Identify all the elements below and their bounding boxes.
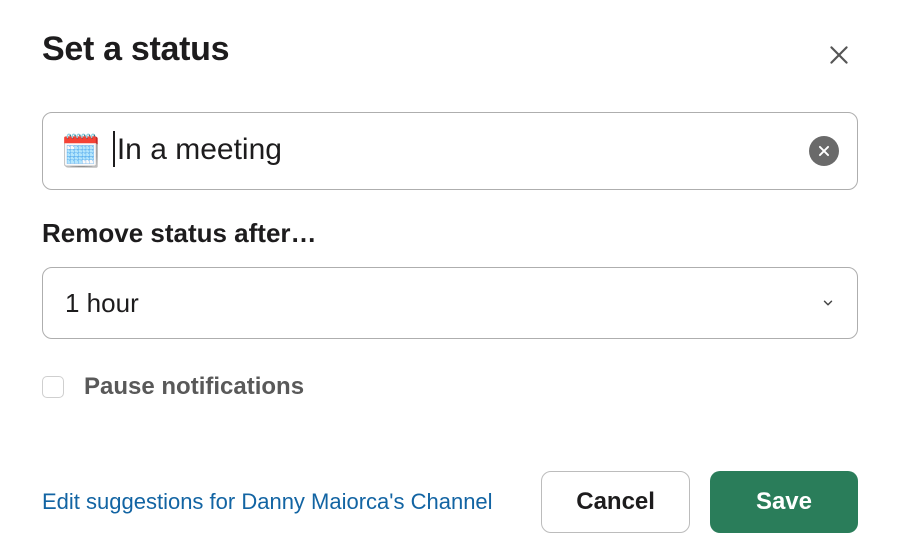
pause-notifications-label: Pause notifications xyxy=(84,373,304,401)
pause-notifications-checkbox[interactable] xyxy=(42,376,64,398)
edit-suggestions-link[interactable]: Edit suggestions for Danny Maiorca's Cha… xyxy=(42,489,493,515)
chevron-down-icon xyxy=(821,296,835,310)
save-button[interactable]: Save xyxy=(710,471,858,533)
remove-after-select[interactable]: 1 hour xyxy=(42,267,858,339)
cancel-button[interactable]: Cancel xyxy=(541,471,690,533)
close-icon xyxy=(826,42,852,68)
status-text-field[interactable]: In a meeting xyxy=(113,133,809,169)
dialog-title: Set a status xyxy=(42,30,229,69)
remove-after-label: Remove status after… xyxy=(42,218,858,249)
status-text-value: In a meeting xyxy=(117,133,282,166)
close-button[interactable] xyxy=(820,36,858,74)
clear-status-button[interactable] xyxy=(809,136,839,166)
remove-after-value: 1 hour xyxy=(65,288,821,319)
text-caret xyxy=(113,131,115,167)
x-icon xyxy=(817,144,831,158)
status-emoji-picker[interactable]: 🗓️ xyxy=(61,132,101,170)
status-input[interactable]: 🗓️ In a meeting xyxy=(42,112,858,190)
